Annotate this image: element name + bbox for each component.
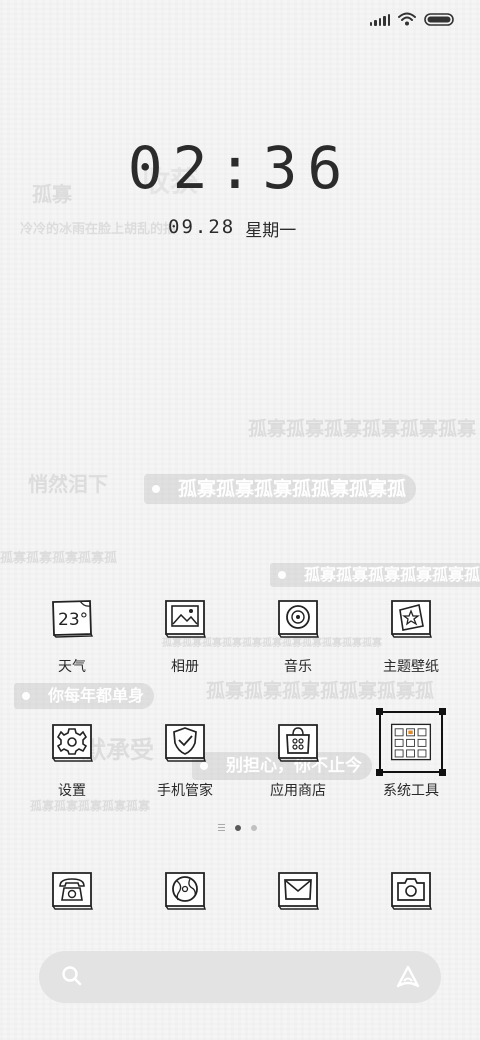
gallery-icon xyxy=(163,598,207,638)
app-weather[interactable]: 23° 天气 xyxy=(22,598,122,690)
music-icon xyxy=(276,598,320,638)
wifi-icon xyxy=(398,12,416,26)
weather-temp: 23° xyxy=(58,610,88,630)
wallpaper-text: 冷冷的冰雨在脸上胡乱的拍 xyxy=(20,222,177,237)
settings-gear-icon xyxy=(50,722,94,762)
app-settings[interactable]: 设置 xyxy=(22,722,122,814)
search-bar[interactable] xyxy=(39,951,441,1003)
wallpaper-text: 孤寡孤寡孤寡孤寡孤寡孤寡 xyxy=(248,418,477,440)
theme-wallpaper-icon xyxy=(389,598,433,638)
app-music[interactable]: 音乐 xyxy=(248,598,348,690)
wallpaper-text: 悄然泪下 xyxy=(28,472,108,496)
phone-icon xyxy=(52,872,93,910)
folder-selection-frame xyxy=(376,708,446,776)
search-icon[interactable] xyxy=(61,965,83,987)
wallpaper-text: 孤寡孤寡孤寡孤寡孤 xyxy=(0,551,118,566)
clock-weekday: 星期一 xyxy=(245,221,297,241)
dock-phone[interactable] xyxy=(49,869,95,911)
weather-icon: 23° xyxy=(50,598,94,638)
clock-date-row[interactable]: 09.28 星期一 xyxy=(168,216,296,241)
app-store[interactable]: 应用商店 xyxy=(248,722,348,814)
app-theme-wallpaper[interactable]: 主题壁纸 xyxy=(361,598,461,690)
app-label: 设置 xyxy=(58,783,86,799)
clock-time[interactable]: 02:36 xyxy=(0,134,480,202)
cellular-signal-icon xyxy=(369,12,390,26)
security-shield-icon xyxy=(163,722,207,762)
page-indicator[interactable] xyxy=(218,824,257,831)
app-store-bag-icon xyxy=(276,722,320,762)
dock-browser[interactable] xyxy=(162,869,208,911)
battery-icon xyxy=(424,12,454,26)
app-label: 主题壁纸 xyxy=(383,659,439,675)
wallpaper-pill: 孤寡孤寡孤寡孤寡孤寡孤 xyxy=(270,563,480,587)
app-label: 手机管家 xyxy=(157,783,213,799)
browser-icon xyxy=(165,872,206,910)
wallpaper-pill: 孤寡孤寡孤寡孤孤寡孤寡孤 xyxy=(144,474,417,504)
dock-messages[interactable] xyxy=(275,869,321,911)
app-security[interactable]: 手机管家 xyxy=(135,722,235,814)
app-gallery[interactable]: 相册 xyxy=(135,598,235,690)
camera-icon xyxy=(391,872,432,910)
page-dot-active xyxy=(235,824,241,831)
app-label: 相册 xyxy=(171,659,199,675)
status-bar xyxy=(369,12,455,26)
app-label: 音乐 xyxy=(284,659,312,675)
assistant-icon[interactable] xyxy=(395,964,421,990)
dock-camera[interactable] xyxy=(388,869,434,911)
page-dot xyxy=(251,824,257,831)
clock-date: 09.28 xyxy=(168,216,236,238)
page-menu-icon xyxy=(218,824,225,831)
app-label: 天气 xyxy=(58,659,86,675)
app-label: 系统工具 xyxy=(383,783,439,799)
messages-icon xyxy=(278,872,319,910)
search-input[interactable] xyxy=(99,963,369,991)
app-label: 应用商店 xyxy=(270,783,326,799)
